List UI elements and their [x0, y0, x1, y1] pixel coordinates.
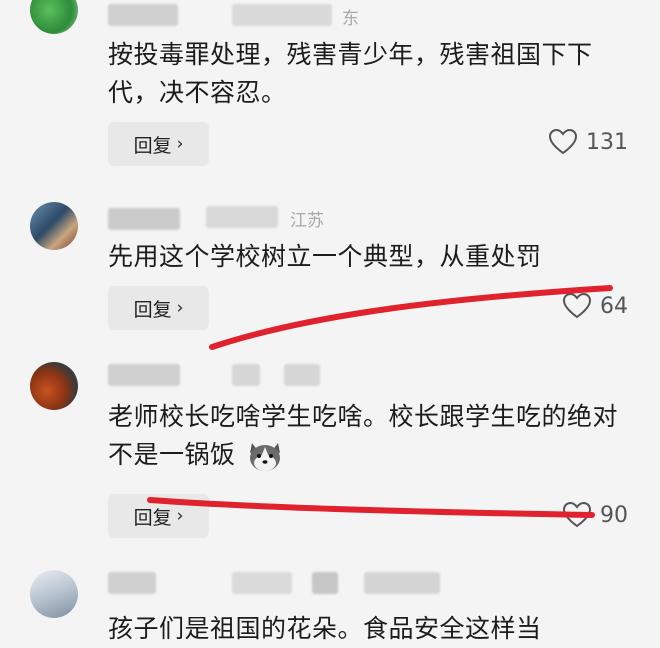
like-button[interactable]: 90	[562, 501, 628, 529]
reply-button[interactable]: 回复 ›	[108, 494, 209, 538]
like-button[interactable]: 64	[562, 292, 628, 320]
username-blurred	[206, 206, 278, 228]
reply-label: 回复	[133, 134, 172, 157]
avatar[interactable]	[30, 570, 78, 618]
reply-button[interactable]: 回复 ›	[108, 122, 209, 166]
red-annotation-line	[147, 497, 595, 518]
username-blurred	[108, 208, 180, 230]
username-blurred	[108, 572, 156, 594]
comment-location: 江苏	[290, 211, 324, 231]
username-blurred	[232, 364, 260, 386]
comment-text: 孩子们是祖国的花朵。食品安全这样当	[108, 614, 542, 643]
chevron-right-icon: ›	[176, 298, 184, 318]
red-annotation-line	[209, 285, 613, 350]
avatar[interactable]	[30, 202, 78, 250]
reply-button[interactable]: 回复 ›	[108, 286, 209, 330]
username-blurred	[284, 364, 320, 386]
chevron-right-icon: ›	[176, 134, 184, 154]
username-blurred	[108, 364, 180, 386]
reply-label: 回复	[133, 298, 172, 321]
comment-text: 按投毒罪处理，残害青少年，残害祖国下下代，决不容忍。	[108, 40, 593, 107]
username-blurred	[232, 4, 332, 26]
username-blurred	[108, 4, 178, 26]
username-blurred	[312, 572, 338, 594]
heart-outline-icon	[562, 501, 592, 528]
like-count: 64	[600, 293, 628, 319]
reply-label: 回复	[133, 506, 172, 529]
husky-emoji-icon	[249, 443, 280, 471]
username-blurred	[232, 572, 292, 594]
avatar[interactable]	[30, 362, 78, 410]
like-button[interactable]: 131	[548, 128, 628, 156]
avatar[interactable]	[30, 0, 78, 34]
comment-text-content: 老师校长吃啥学生吃啥。校长跟学生吃的绝对不是一锅饭	[108, 402, 619, 469]
username-blurred	[364, 572, 440, 594]
chevron-right-icon: ›	[176, 506, 184, 526]
comment-location: 东	[342, 9, 359, 29]
like-count: 131	[586, 129, 628, 155]
like-count: 90	[600, 502, 628, 528]
heart-outline-icon	[562, 292, 592, 319]
comment-text: 老师校长吃啥学生吃啥。校长跟学生吃的绝对不是一锅饭	[108, 398, 632, 474]
heart-outline-icon	[548, 128, 578, 155]
comment-text: 先用这个学校树立一个典型，从重处罚	[108, 242, 542, 271]
